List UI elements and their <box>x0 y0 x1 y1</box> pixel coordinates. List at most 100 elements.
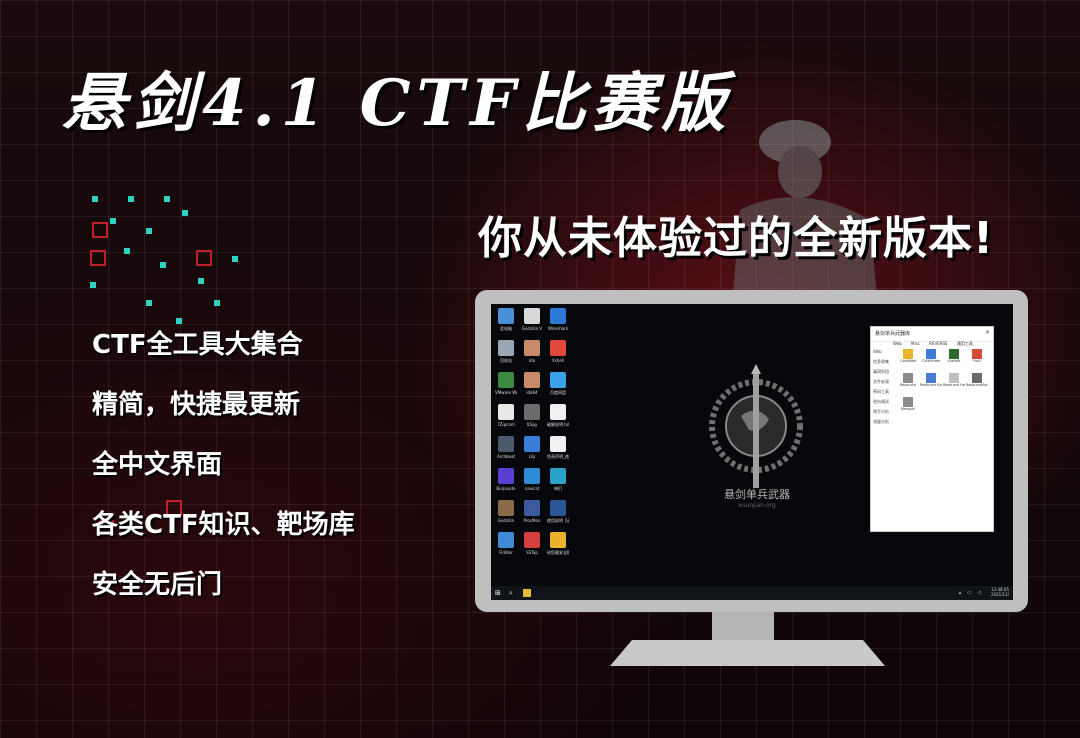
desktop-icon[interactable]: Xshell <box>547 340 569 363</box>
window-app-item[interactable]: ResourceExtract <box>966 373 988 387</box>
feature-item: CTF全工具大集合 <box>92 330 303 360</box>
windows-start-icon[interactable]: ⊞ <box>495 589 503 597</box>
desktop-icon-label: 破解说明.txt <box>547 422 569 427</box>
desktop-icon-label: 使用说明【必看】.docx <box>547 518 569 523</box>
recycle-bin-icon <box>498 340 514 356</box>
desktop-icon[interactable]: navicat <box>521 468 543 491</box>
desktop-icon[interactable]: 此电脑 <box>495 308 517 331</box>
desktop-icon[interactable]: 回收站 <box>495 340 517 363</box>
text-file-icon <box>550 404 566 420</box>
desktop-icon[interactable]: Lily <box>521 436 543 459</box>
sidebar-item[interactable]: 流量分析 <box>873 417 895 427</box>
desktop-icon-label: Godzilla <box>498 518 514 523</box>
desktop-icon[interactable]: 7Zipcom <box>495 404 517 427</box>
window-app-item[interactable]: Resspot <box>897 397 919 411</box>
desktop-icon[interactable]: Godzilla <box>495 500 517 523</box>
desktop-icon[interactable]: 破解说明.txt <box>547 404 569 427</box>
desktop-icon[interactable]: 百度网盘 <box>547 372 569 395</box>
desktop-icon[interactable]: 给您最安全稳定的模拟 K... <box>547 532 569 555</box>
app-icon <box>524 436 540 452</box>
desktop-icon[interactable]: Wireshark <box>547 308 569 331</box>
close-icon[interactable]: ✕ <box>985 329 990 336</box>
desktop-icon[interactable]: ida64 <box>521 372 543 395</box>
window-app-item[interactable]: ClickFinder <box>920 349 942 363</box>
sidebar-item[interactable]: 漏洞利用 <box>873 367 895 377</box>
desktop-icon-label: 给您最安全稳定的模拟 K... <box>547 550 569 555</box>
ida64-icon <box>524 372 540 388</box>
desktop-icon[interactable]: 使用说明【必看】.docx <box>547 500 569 523</box>
sidebar-item[interactable]: 隐写分析 <box>873 407 895 417</box>
desktop-icon-label: 7Zipcom <box>497 422 515 427</box>
desktop-icon-label: 回收站 <box>500 358 512 363</box>
window-app-label: Resspot <box>901 407 915 411</box>
desktop-icon-label: 免责声明_使用必看.txt <box>547 454 569 459</box>
ilspy-icon <box>524 404 540 420</box>
desktop-icon[interactable]: ProcMon <box>521 500 543 523</box>
sidebar-item[interactable]: 信息收集 <box>873 357 895 367</box>
app-icon <box>972 349 982 359</box>
desktop-icon-label: Xshell <box>551 358 565 363</box>
desktop-icon-label: Fiddler <box>499 550 513 555</box>
desktop-icon[interactable]: Fiddler <box>495 532 517 555</box>
navicat-icon <box>524 468 540 484</box>
desktop-icon[interactable]: ILSpy <box>521 404 543 427</box>
computer-icon <box>498 308 514 324</box>
desktop-icon-label: ida64 <box>526 390 538 395</box>
feature-list: CTF全工具大集合 精简，快捷最更新 全中文界面 各类CTF知识、靶场库 安全无… <box>92 332 355 632</box>
desktop-icon-label: Wireshark <box>547 326 569 331</box>
window-app-item[interactable]: Resource Extract <box>920 373 942 387</box>
window-sidebar: Web 信息收集 漏洞利用 文件处理 密码工具 逆向调试 隐写分析 流量分析 <box>873 347 895 427</box>
window-app-item[interactable]: HxD <box>966 349 988 363</box>
window-app-item[interactable]: Resource Hacker <box>943 373 965 387</box>
desktop-icon-label: ILSpy <box>526 422 538 427</box>
sidebar-item[interactable]: 逆向调试 <box>873 397 895 407</box>
desktop-icon[interactable]: Godzilla V <box>521 308 543 331</box>
desktop-icon[interactable]: 免责声明_使用必看.txt <box>547 436 569 459</box>
desktop-icon[interactable]: Archbeat <box>495 436 517 459</box>
desktop-icon-label: 此电脑 <box>500 326 512 331</box>
system-tray[interactable]: ▴ ▭ ◁ <box>959 590 983 596</box>
sidebar-item[interactable]: 密码工具 <box>873 387 895 397</box>
desktop-icon-label: Lily <box>528 454 536 459</box>
app-icon <box>949 373 959 383</box>
text-file-icon <box>550 436 566 452</box>
window-app-label: Resource <box>899 383 917 387</box>
search-icon[interactable]: ⌕ <box>509 589 517 597</box>
tab-misc[interactable]: Misc <box>911 341 920 346</box>
poster-slogan: 你从未体验过的全新版本! <box>478 213 995 264</box>
app-icon <box>903 349 913 359</box>
brand-name: 悬剑单兵武器 <box>724 488 790 501</box>
folder-icon[interactable] <box>523 589 531 597</box>
desktop-icon[interactable]: Burpsuite <box>495 468 517 491</box>
desktop-icon[interactable]: Ida <box>521 340 543 363</box>
desktop-icon-label: Burpsuite <box>496 486 516 491</box>
window-app-item[interactable]: ConfWeb <box>897 349 919 363</box>
desktop-icon-label: navicat <box>524 486 540 491</box>
chrome-icon <box>550 532 566 548</box>
window-app-label: Resource Hacker <box>943 383 965 387</box>
toolkit-window[interactable]: 悬剑单兵武器库 ✕ Web Misc REVERSE 通用工具 Web 信息收集… <box>870 326 994 532</box>
app-icon <box>926 373 936 383</box>
word-file-icon <box>550 500 566 516</box>
tab-web[interactable]: Web <box>893 341 902 346</box>
tab-reverse[interactable]: REVERSE <box>929 341 947 346</box>
monitor-stand-neck <box>712 612 774 642</box>
app-icon <box>550 468 566 484</box>
app-icon <box>498 500 514 516</box>
sidebar-item[interactable]: Web <box>873 347 895 357</box>
brand-subtitle: xuanjian.org <box>738 502 776 509</box>
taskbar-clock[interactable]: 12:48:05 2021/12/ <box>991 587 1009 597</box>
desktop-icon[interactable]: VMware Workstati <box>495 372 517 395</box>
desktop-icon[interactable]: 神们 <box>547 468 569 491</box>
sidebar-item[interactable]: 文件处理 <box>873 377 895 387</box>
window-app-item[interactable]: Resource <box>897 373 919 387</box>
desktop-icon-label: SSTap <box>526 550 538 555</box>
desktop-icon-label: Ida <box>528 358 536 363</box>
window-app-item[interactable]: Exeinfo <box>943 349 965 363</box>
tab-tools[interactable]: 通用工具 <box>957 341 973 346</box>
baidu-netdisk-icon <box>550 372 566 388</box>
desktop-icon[interactable]: SSTap <box>521 532 543 555</box>
window-app-label: HxD <box>973 359 981 363</box>
taskbar: ⊞ ⌕ ▴ ▭ ◁ 12:48:05 2021/12/ <box>491 586 1013 600</box>
emblem-icon <box>709 364 803 488</box>
